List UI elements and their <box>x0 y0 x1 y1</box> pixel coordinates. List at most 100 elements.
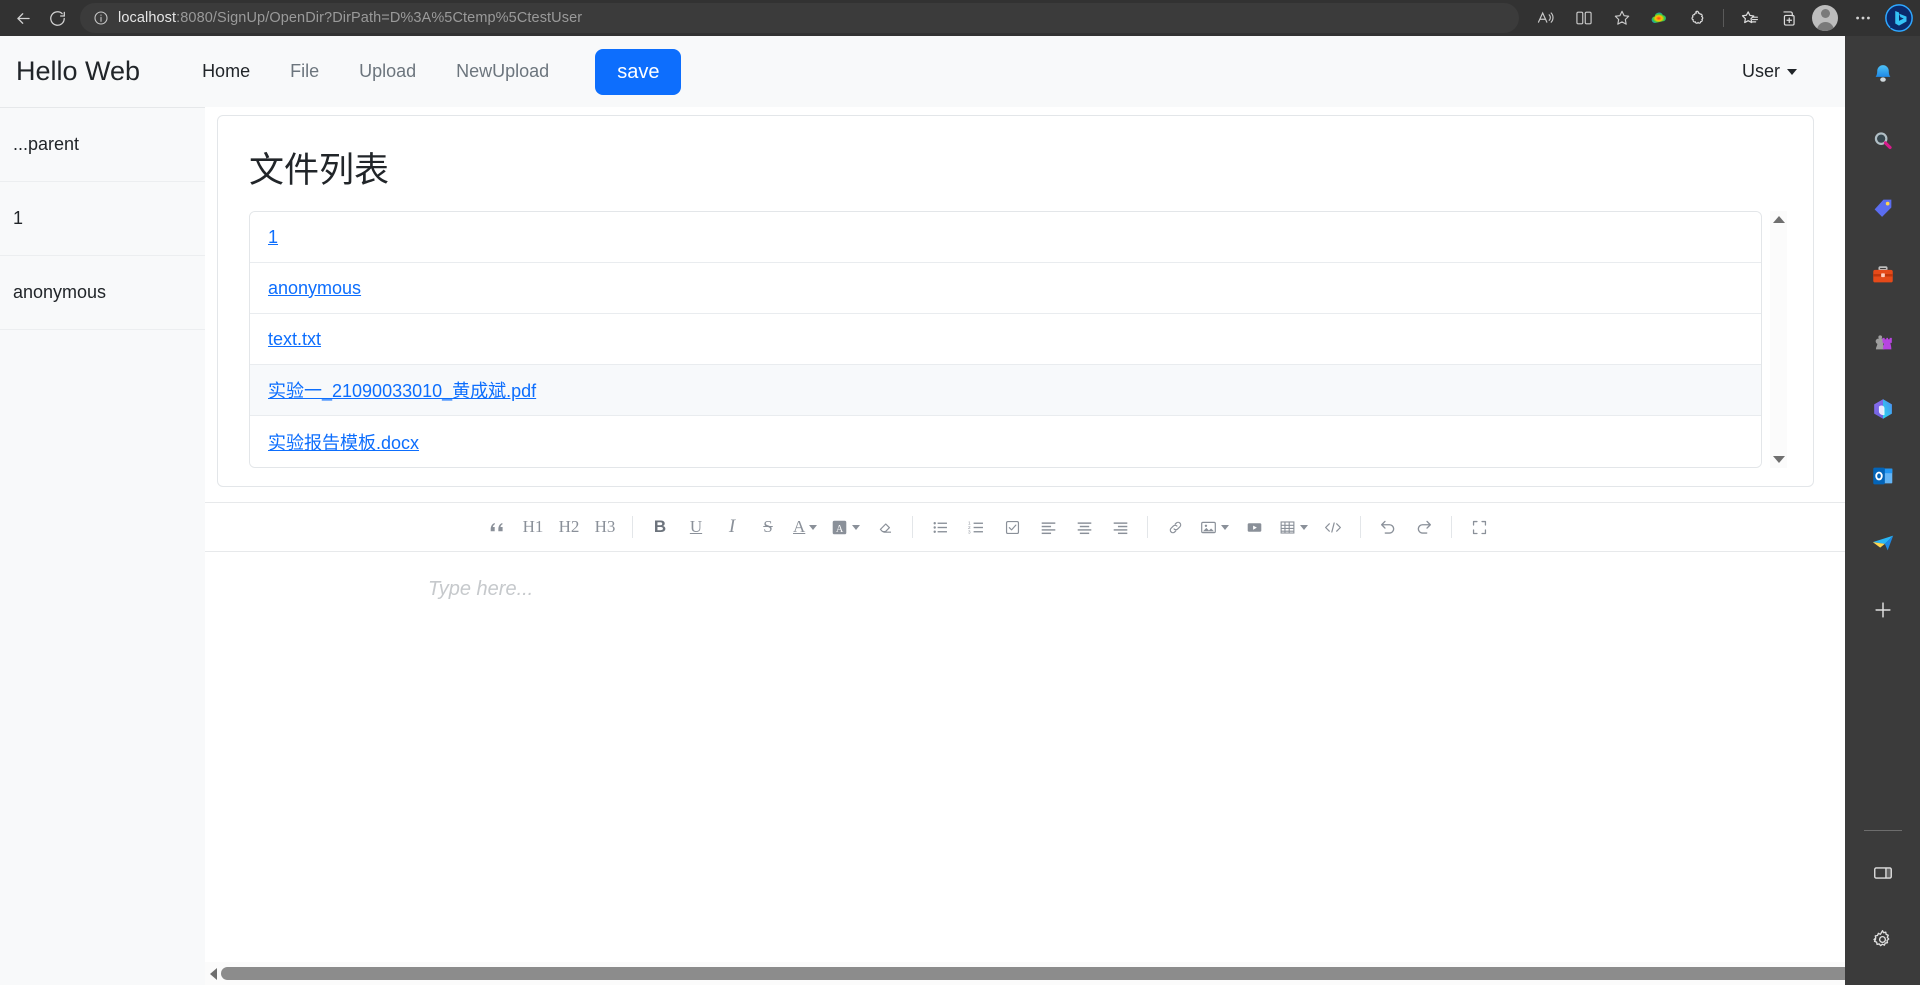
settings-gear-icon[interactable] <box>1863 919 1903 959</box>
chevron-down-icon <box>1787 68 1797 75</box>
sidebar-item-parent[interactable]: ...parent <box>0 108 205 182</box>
insert-image-button[interactable] <box>1200 511 1230 543</box>
nav-link-upload[interactable]: Upload <box>339 53 436 90</box>
notifications-bell-icon[interactable] <box>1863 54 1903 94</box>
checklist-button[interactable] <box>1001 511 1023 543</box>
heading-2-button[interactable]: H2 <box>558 511 580 543</box>
settings-more-icon[interactable] <box>1844 3 1882 33</box>
chevron-down-icon <box>1300 524 1309 530</box>
page-horizontal-scrollbar[interactable] <box>205 962 1845 985</box>
redo-button[interactable] <box>1413 511 1435 543</box>
underline-label: U <box>689 517 703 536</box>
text-color-button[interactable]: A <box>793 511 818 543</box>
save-button[interactable]: save <box>595 48 682 95</box>
code-block-button[interactable] <box>1322 511 1344 543</box>
url-path: :8080/SignUp/OpenDir?DirPath=D%3A%5Ctemp… <box>176 10 583 26</box>
back-button[interactable] <box>6 3 40 33</box>
file-link[interactable]: 实验一_21090033010_黄成斌.pdf <box>268 377 536 403</box>
left-sidebar: ...parent 1 anonymous <box>0 107 205 985</box>
scroll-left-icon[interactable] <box>210 967 217 980</box>
user-dropdown[interactable]: User <box>1742 61 1827 82</box>
bing-chat-icon[interactable] <box>1884 3 1914 33</box>
app-navbar: Hello Web Home File Upload NewUpload sav… <box>0 36 1845 107</box>
games-icon[interactable] <box>1863 322 1903 362</box>
list-item[interactable]: 1 <box>250 212 1761 263</box>
read-aloud-icon[interactable] <box>1527 3 1565 33</box>
outlook-icon[interactable] <box>1863 456 1903 496</box>
heading-1-label: H1 <box>522 517 544 536</box>
toggle-sidebar-icon[interactable] <box>1863 853 1903 893</box>
italic-label: I <box>728 516 736 537</box>
favorites-list-icon[interactable] <box>1730 3 1768 33</box>
scrollbar-thumb[interactable] <box>221 967 1845 980</box>
insert-video-button[interactable] <box>1243 511 1265 543</box>
user-dropdown-label: User <box>1741 61 1780 81</box>
sidebar-item-1[interactable]: 1 <box>0 182 205 256</box>
chevron-down-icon <box>1221 524 1230 530</box>
address-bar[interactable]: localhost:8080/SignUp/OpenDir?DirPath=D%… <box>80 3 1519 33</box>
heading-3-label: H3 <box>594 517 616 536</box>
shopping-tag-icon[interactable] <box>1863 188 1903 228</box>
file-list-scrollbar[interactable] <box>1770 211 1787 468</box>
extensions-icon[interactable] <box>1679 3 1717 33</box>
url-text: localhost:8080/SignUp/OpenDir?DirPath=D%… <box>118 10 582 26</box>
browser-chrome: localhost:8080/SignUp/OpenDir?DirPath=D%… <box>0 0 1920 36</box>
list-item[interactable]: text.txt <box>250 314 1761 365</box>
nav-links: Home File Upload NewUpload <box>182 53 569 90</box>
file-link[interactable]: 1 <box>268 227 278 248</box>
blockquote-icon[interactable] <box>486 511 508 543</box>
editor-toolbar: H1 H2 H3 B U I S A A 1 2 3 <box>205 503 1845 552</box>
heading-3-button[interactable]: H3 <box>594 511 616 543</box>
file-link[interactable]: anonymous <box>268 278 361 299</box>
file-link[interactable]: text.txt <box>268 329 321 350</box>
bullet-list-button[interactable] <box>929 511 951 543</box>
align-left-button[interactable] <box>1037 511 1059 543</box>
microsoft-365-icon[interactable] <box>1863 389 1903 429</box>
list-item[interactable]: 实验报告模板.docx <box>250 416 1761 467</box>
clear-format-button[interactable] <box>874 511 896 543</box>
heading-2-label: H2 <box>558 517 580 536</box>
nav-link-file[interactable]: File <box>270 53 339 90</box>
editor-content[interactable]: Type here... <box>205 552 1845 962</box>
editor-placeholder: Type here... <box>428 578 534 600</box>
scroll-down-icon[interactable] <box>1772 456 1785 463</box>
toolbar-divider <box>912 516 914 538</box>
sidebar-divider <box>1863 830 1902 831</box>
scroll-up-icon[interactable] <box>1772 216 1785 223</box>
tools-briefcase-icon[interactable] <box>1863 255 1903 295</box>
file-link[interactable]: 实验报告模板.docx <box>268 429 419 455</box>
profile-avatar-icon[interactable] <box>1806 3 1844 33</box>
refresh-button[interactable] <box>40 3 74 33</box>
sidebar-item-anonymous[interactable]: anonymous <box>0 256 205 330</box>
numbered-list-button[interactable]: 123 <box>965 511 987 543</box>
add-sidebar-app-icon[interactable] <box>1863 590 1903 630</box>
insert-table-button[interactable] <box>1279 511 1309 543</box>
search-icon[interactable] <box>1863 121 1903 161</box>
strikethrough-label: S <box>763 517 773 536</box>
list-item[interactable]: anonymous <box>250 263 1761 314</box>
undo-button[interactable] <box>1377 511 1399 543</box>
bold-button[interactable]: B <box>649 511 671 543</box>
browser-toolbar-right <box>1527 3 1914 33</box>
heading-1-button[interactable]: H1 <box>522 511 544 543</box>
fullscreen-button[interactable] <box>1468 511 1490 543</box>
nav-link-newupload[interactable]: NewUpload <box>436 53 569 90</box>
favorite-star-icon[interactable] <box>1603 3 1641 33</box>
insert-link-button[interactable] <box>1164 511 1186 543</box>
drop-send-icon[interactable] <box>1863 523 1903 563</box>
align-center-button[interactable] <box>1073 511 1095 543</box>
nav-link-home[interactable]: Home <box>182 53 270 90</box>
highlight-color-button[interactable]: A <box>831 511 861 543</box>
brand-title[interactable]: Hello Web <box>16 56 140 87</box>
chevron-down-icon <box>852 524 861 530</box>
site-info-icon[interactable] <box>90 7 112 29</box>
list-item[interactable]: 实验一_21090033010_黄成斌.pdf <box>250 365 1761 416</box>
browser-essentials-icon[interactable] <box>1641 3 1679 33</box>
viewport: Hello Web Home File Upload NewUpload sav… <box>0 36 1920 985</box>
italic-button[interactable]: I <box>721 511 743 543</box>
align-right-button[interactable] <box>1109 511 1131 543</box>
underline-button[interactable]: U <box>685 511 707 543</box>
split-screen-icon[interactable] <box>1565 3 1603 33</box>
strikethrough-button[interactable]: S <box>757 511 779 543</box>
collections-icon[interactable] <box>1768 3 1806 33</box>
